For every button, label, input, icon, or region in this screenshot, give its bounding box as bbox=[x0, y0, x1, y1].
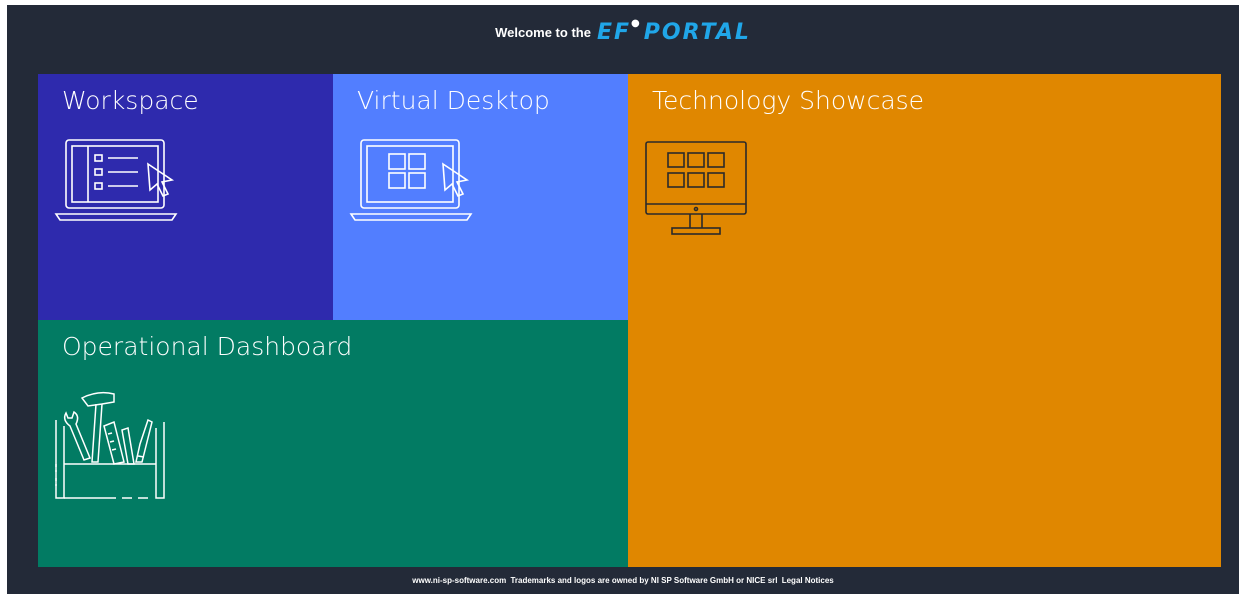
ef-portal-logo: EF ● PORTAL bbox=[596, 17, 751, 45]
monitor-grid-icon bbox=[645, 141, 747, 235]
tile-virtual-desktop[interactable]: Virtual Desktop bbox=[333, 74, 628, 320]
footer-site-link[interactable]: www.ni-sp-software.com bbox=[412, 576, 506, 585]
footer-trademark-text: Trademarks and logos are owned by NI SP … bbox=[510, 576, 778, 585]
laptop-list-icon bbox=[54, 139, 178, 221]
tile-title: Operational Dashboard bbox=[62, 332, 353, 361]
footer-legal-link[interactable]: Legal Notices bbox=[782, 576, 834, 585]
tile-title: Workspace bbox=[62, 86, 199, 115]
header: Welcome to the EF ● PORTAL bbox=[7, 17, 1239, 47]
laptop-grid-icon bbox=[349, 139, 473, 221]
welcome-text: Welcome to the bbox=[495, 24, 591, 40]
tile-technology-showcase[interactable]: Technology Showcase bbox=[628, 74, 1221, 567]
tile-title: Virtual Desktop bbox=[357, 86, 550, 115]
tile-workspace[interactable]: Workspace bbox=[38, 74, 333, 320]
tile-title: Technology Showcase bbox=[652, 86, 925, 115]
toolbox-icon bbox=[55, 391, 165, 499]
footer: www.ni-sp-software.com Trademarks and lo… bbox=[7, 576, 1239, 590]
portal-frame: Welcome to the EF ● PORTAL Workspace Vir… bbox=[7, 5, 1239, 594]
tile-operational-dashboard[interactable]: Operational Dashboard bbox=[38, 320, 628, 567]
